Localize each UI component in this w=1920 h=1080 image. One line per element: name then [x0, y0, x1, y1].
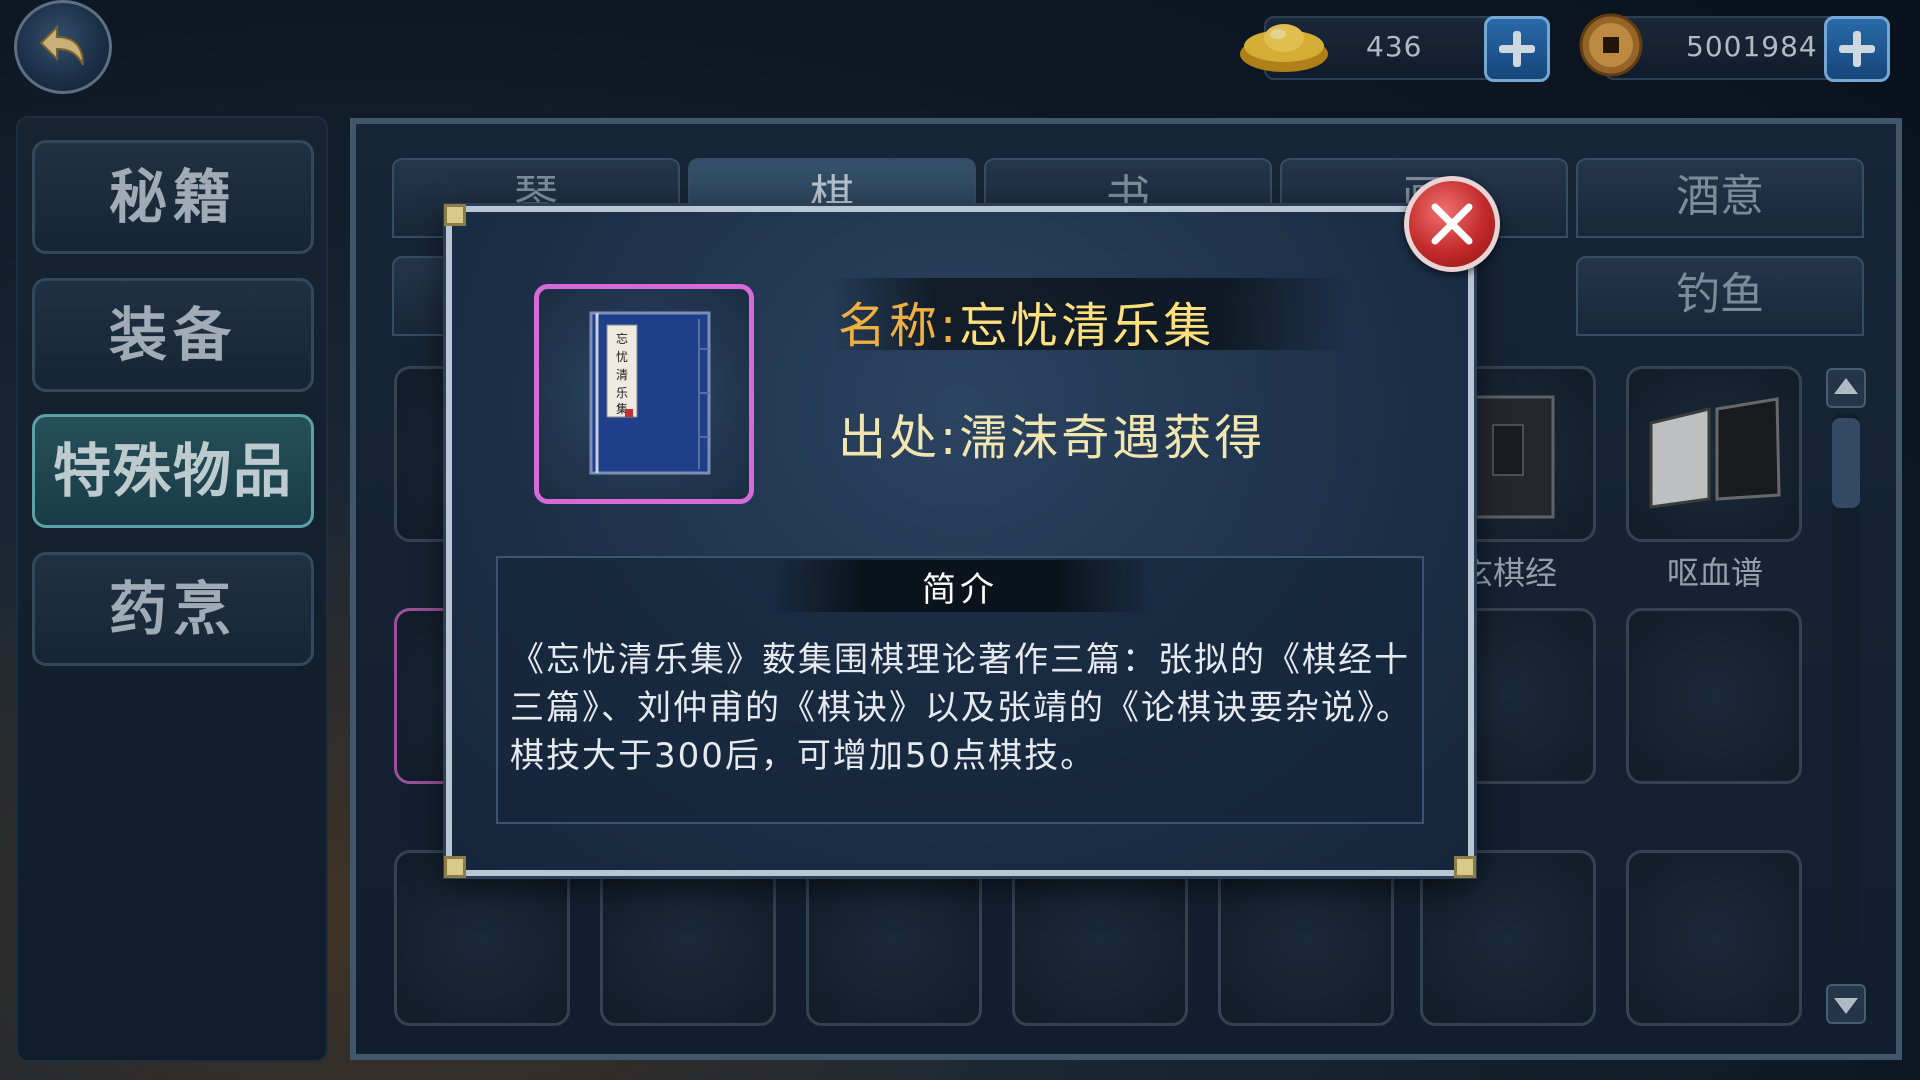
- svg-text:忘: 忘: [616, 331, 628, 346]
- item-name-row: 名称:忘忧清乐集: [838, 286, 1214, 356]
- item-source-row: 出处:濡沫奇遇获得: [838, 398, 1265, 468]
- book-icon: 忘 忧 清 乐 集: [589, 311, 711, 475]
- item-icon-frame: 忘 忧 清 乐 集: [534, 284, 754, 504]
- svg-text:忧: 忧: [616, 350, 628, 364]
- frame-corner: [1454, 856, 1476, 878]
- frame-corner: [444, 856, 466, 878]
- item-description: 《忘忧清乐集》薮集围棋理论著作三篇：张拟的《棋经十三篇》、刘仲甫的《棋诀》以及张…: [510, 640, 1412, 776]
- close-icon: [1431, 203, 1473, 245]
- close-button[interactable]: [1404, 176, 1500, 272]
- item-name: 忘忧清乐集: [959, 298, 1215, 354]
- frame-corner: [444, 204, 466, 226]
- name-label: 名称:: [838, 298, 960, 354]
- source-label: 出处:: [838, 410, 960, 466]
- svg-text:清: 清: [616, 368, 628, 382]
- svg-text:乐: 乐: [616, 386, 628, 400]
- description-title: 简介: [922, 570, 998, 610]
- item-source: 濡沫奇遇获得: [959, 410, 1266, 466]
